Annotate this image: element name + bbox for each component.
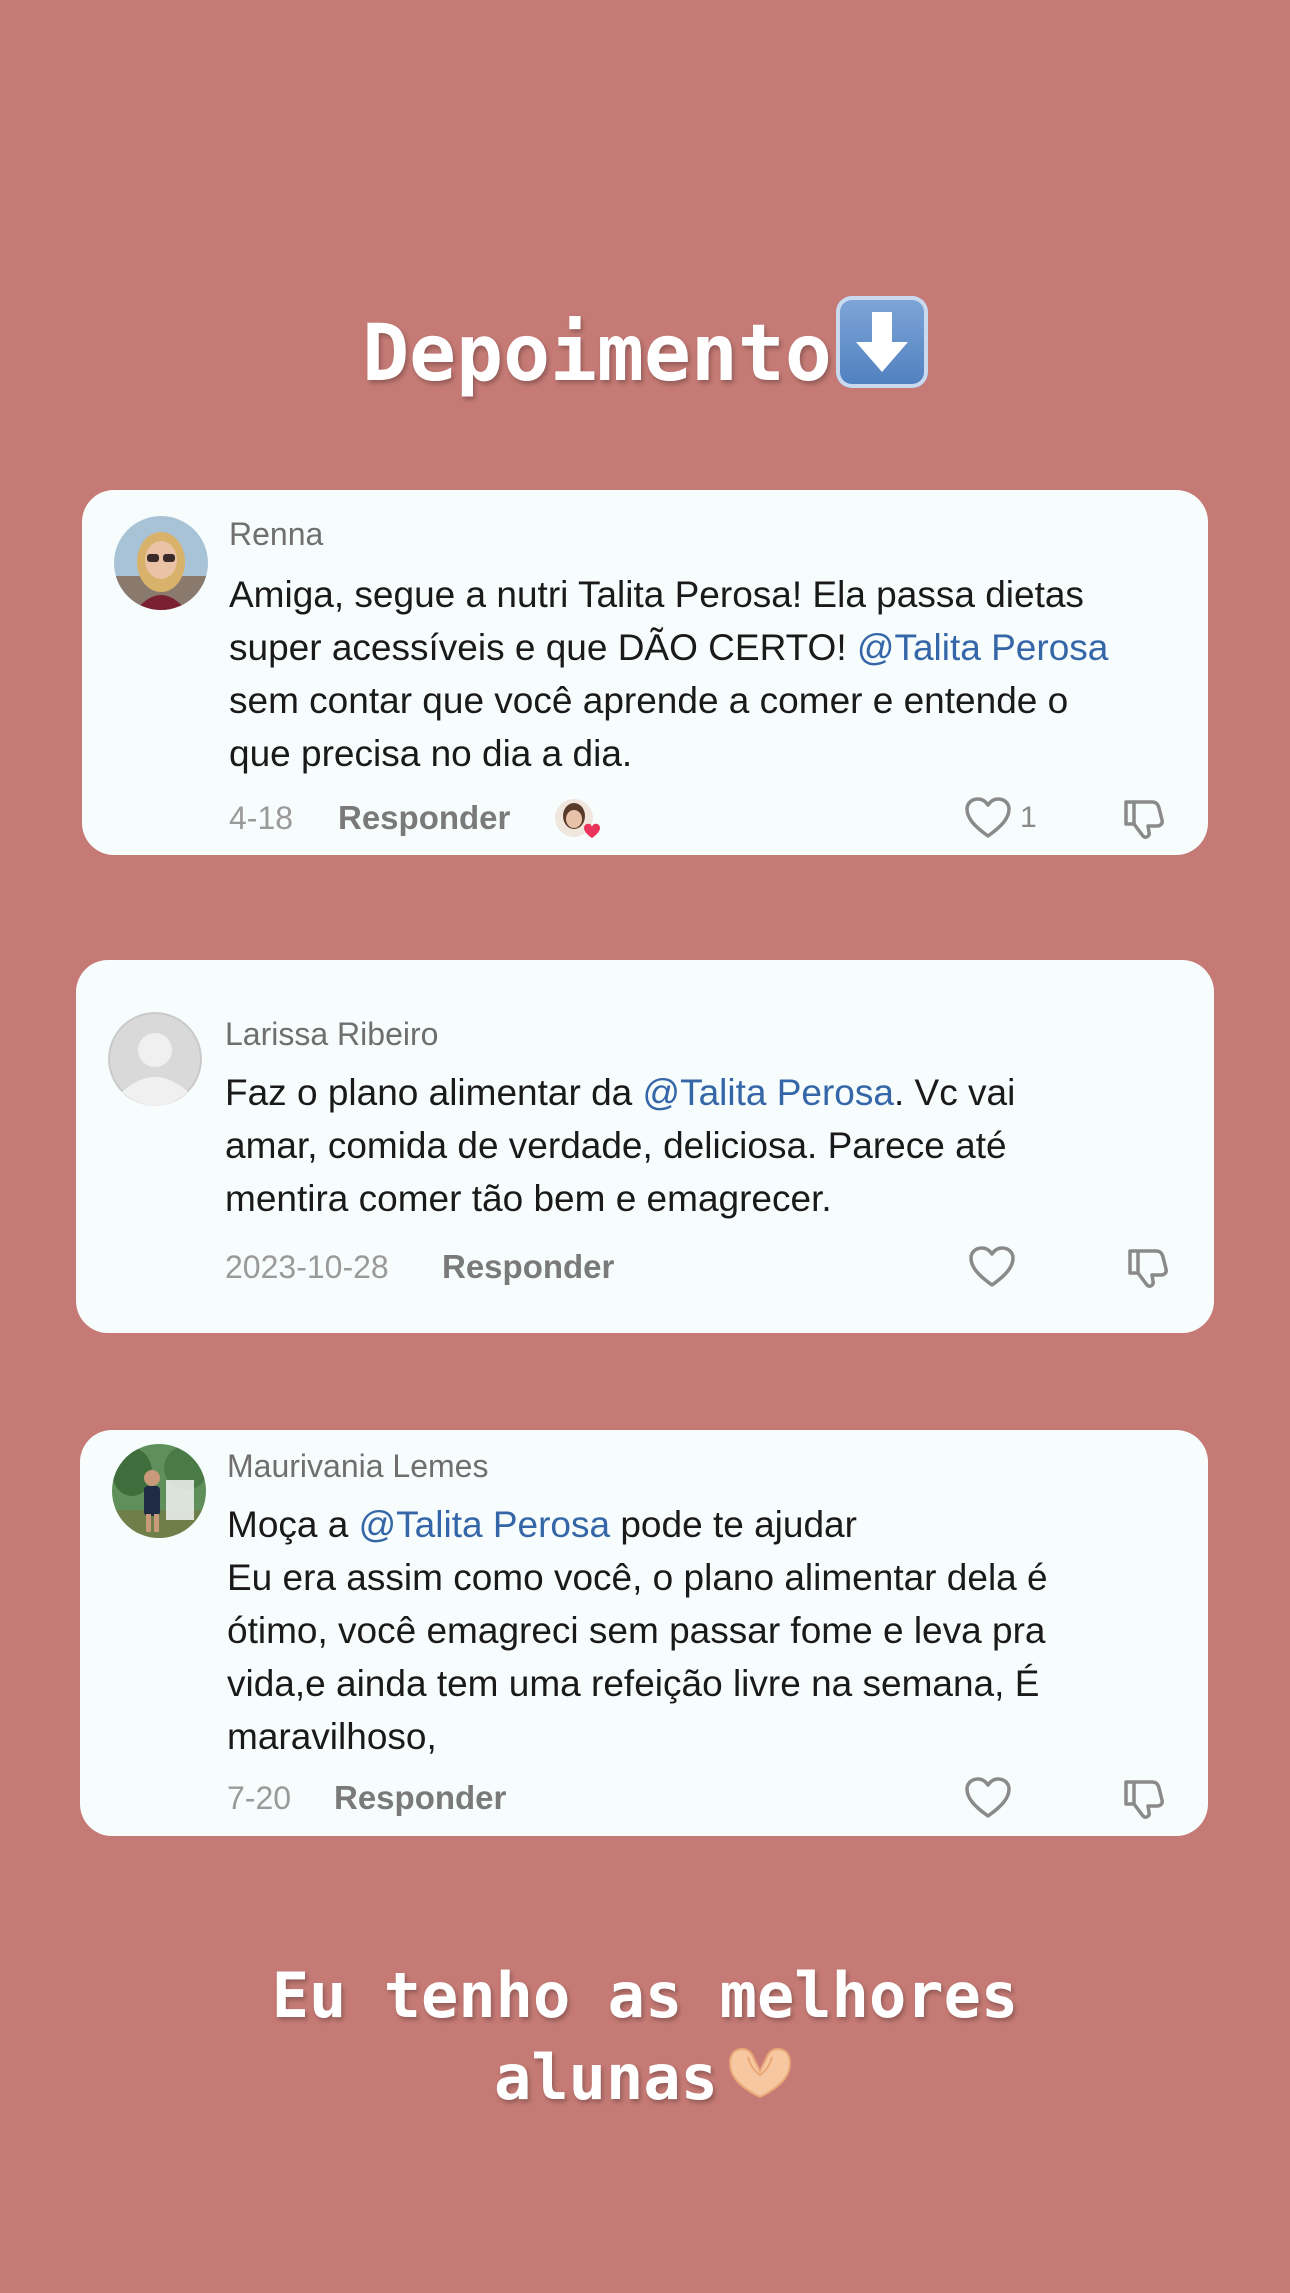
comment-card: Maurivania Lemes Moça a @Talita Perosa p… bbox=[80, 1430, 1208, 1836]
comment-date: 7-20 bbox=[227, 1780, 292, 1816]
avatar[interactable] bbox=[108, 1012, 202, 1106]
like-count: 1 bbox=[1020, 801, 1037, 834]
footer-caption-line1: Eu tenho as melhores bbox=[271, 1959, 1019, 2032]
comment-date: 2023-10-28 bbox=[225, 1249, 389, 1285]
avatar[interactable] bbox=[114, 516, 208, 610]
like-heart-icon[interactable] bbox=[968, 1245, 1016, 1293]
mention-link[interactable]: @Talita Perosa bbox=[643, 1072, 894, 1113]
avatar[interactable] bbox=[112, 1444, 206, 1538]
reply-button[interactable]: Responder bbox=[334, 1779, 506, 1817]
comment-text: Amiga, segue a nutri Talita Perosa! Ela … bbox=[229, 568, 1189, 780]
creator-liked-avatar-icon bbox=[554, 798, 604, 846]
headline-title: Depoimento bbox=[0, 296, 1290, 404]
footer-caption: Eu tenho as melhores alunas bbox=[0, 1955, 1290, 2121]
commenter-name[interactable]: Renna bbox=[229, 516, 323, 553]
comment-text: Moça a @Talita Perosa pode te ajudar Eu … bbox=[227, 1498, 1187, 1763]
comment-date: 4-18 bbox=[229, 800, 294, 836]
comment-card: Renna Amiga, segue a nutri Talita Perosa… bbox=[82, 490, 1208, 855]
comment-text-part: sem contar que você aprende a comer e en… bbox=[229, 680, 1069, 774]
comment-text-part: Moça a bbox=[227, 1504, 359, 1545]
comment-card: Larissa Ribeiro Faz o plano alimentar da… bbox=[76, 960, 1214, 1333]
commenter-name[interactable]: Larissa Ribeiro bbox=[225, 1016, 438, 1053]
reply-button[interactable]: Responder bbox=[442, 1248, 614, 1286]
footer-caption-line2-wrap: alunas bbox=[0, 2037, 1290, 2121]
like-heart-icon[interactable] bbox=[964, 1776, 1012, 1824]
down-arrow-emoji-icon bbox=[835, 296, 928, 388]
commenter-name[interactable]: Maurivania Lemes bbox=[227, 1448, 488, 1485]
footer-caption-line2: alunas bbox=[494, 2041, 718, 2114]
headline-title-text: Depoimento bbox=[362, 309, 832, 399]
dislike-icon[interactable] bbox=[1122, 796, 1170, 844]
mention-link[interactable]: @Talita Perosa bbox=[359, 1504, 610, 1545]
heart-hands-emoji-icon bbox=[724, 2039, 796, 2121]
like-heart-icon[interactable] bbox=[964, 796, 1012, 844]
comment-text: Faz o plano alimentar da @Talita Perosa.… bbox=[225, 1066, 1185, 1225]
comment-text-part: Faz o plano alimentar da bbox=[225, 1072, 643, 1113]
mention-link[interactable]: @Talita Perosa bbox=[857, 627, 1108, 668]
dislike-icon[interactable] bbox=[1122, 1776, 1170, 1824]
dislike-icon[interactable] bbox=[1126, 1245, 1174, 1293]
reply-button[interactable]: Responder bbox=[338, 799, 510, 837]
